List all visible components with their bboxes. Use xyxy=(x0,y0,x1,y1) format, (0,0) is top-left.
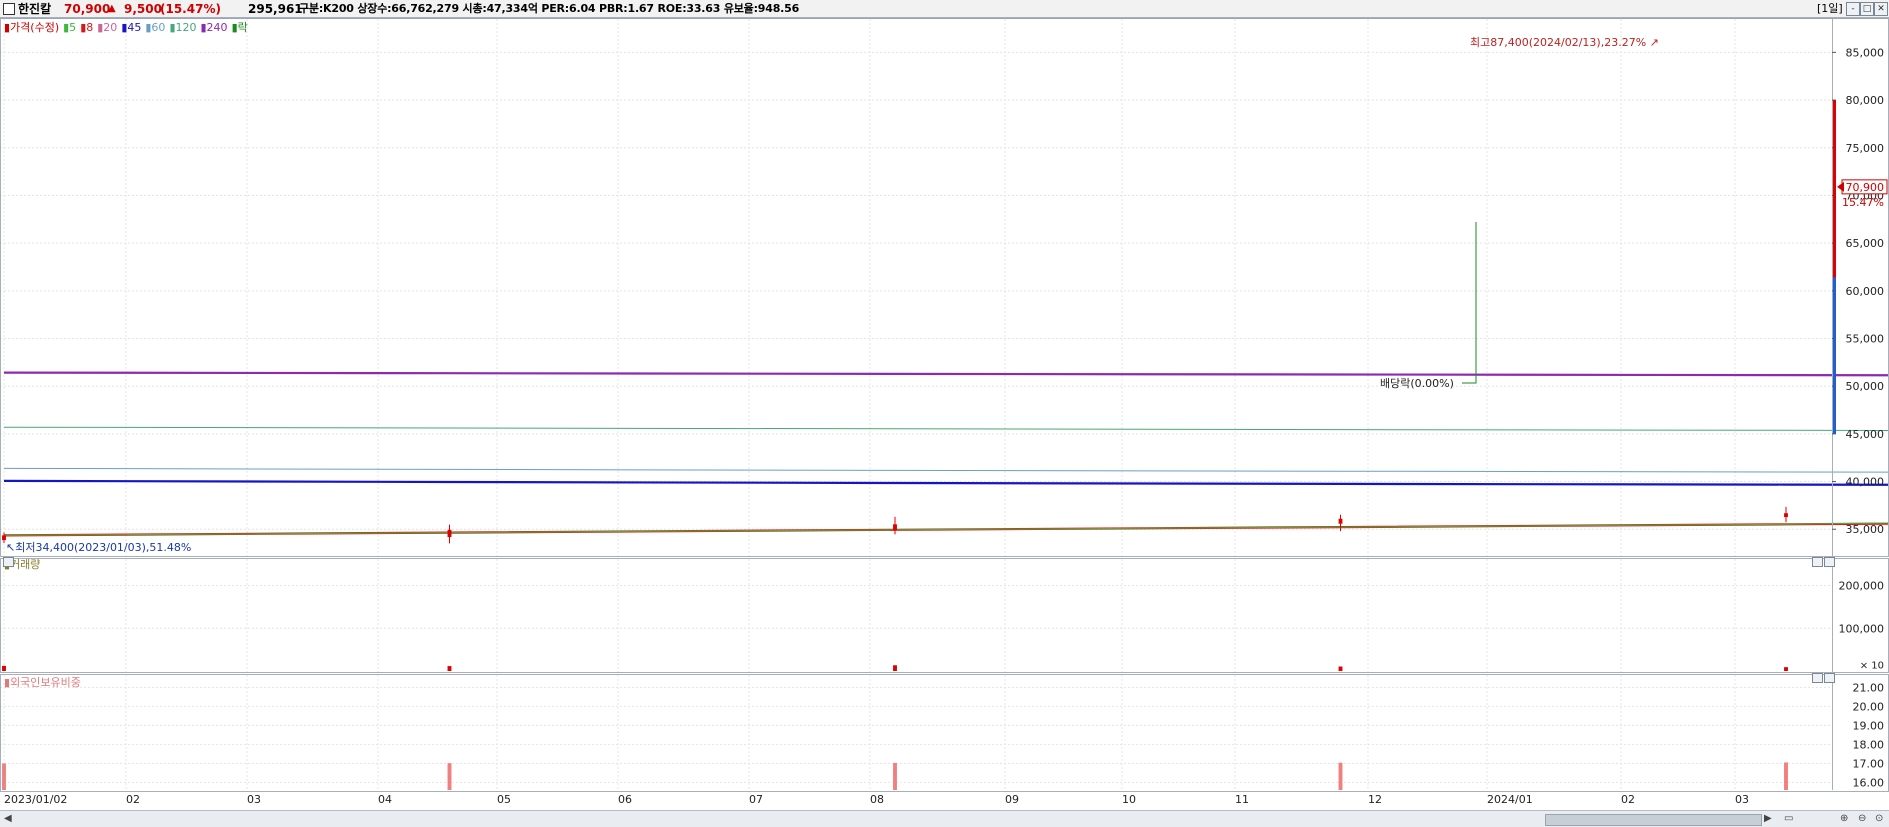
panel-frame xyxy=(0,558,1889,673)
foreign-tick-label: 18.00 xyxy=(1853,738,1885,751)
x-tick-label: 03 xyxy=(247,793,261,806)
price-tag-label: 70,900 xyxy=(1846,181,1885,194)
volume-bar xyxy=(2,665,6,671)
high-price-annotation: 최고87,400(2024/02/13),23.27% ↗ xyxy=(1470,36,1659,49)
foreign-legend-label: 외국인보유비중 xyxy=(10,676,81,689)
x-tick-label: 06 xyxy=(618,793,632,806)
price-tick-label: 40,000 xyxy=(1846,476,1885,489)
legend-item: ▮락 xyxy=(231,21,248,34)
legend-item: ▮20 xyxy=(97,21,118,34)
panel-minimize-icon[interactable] xyxy=(1812,673,1823,683)
price-tick-label: 75,000 xyxy=(1846,142,1885,155)
x-tick-label: 02 xyxy=(126,793,140,806)
scroll-right-icon[interactable]: ▶ xyxy=(1764,813,1772,824)
panel-close-icon[interactable] xyxy=(1824,673,1835,683)
price-legend: ▮가격(수정) ▮5 ▮8 ▮20 ▮45 ▮60 ▮120 ▮240 ▮락 xyxy=(4,21,252,34)
legend-item: ▮120 xyxy=(169,21,197,34)
x-tick-label: 08 xyxy=(870,793,884,806)
price-tick-label: 65,000 xyxy=(1846,237,1885,250)
price-tag-pct: 15.47% xyxy=(1842,196,1884,209)
ex-dividend-marker xyxy=(1462,222,1477,384)
stock-chart: 35,000 40,000 45,000 50,000 55,000 60,000 65,0… xyxy=(0,17,1889,806)
foreign-tick-label: 16.00 xyxy=(1853,776,1885,789)
x-tick-label: 10 xyxy=(1122,793,1136,806)
foreign-bar xyxy=(2,763,6,790)
candle-body xyxy=(447,529,452,538)
x-tick-label: 02 xyxy=(1621,793,1635,806)
price-tick-label: 55,000 xyxy=(1846,333,1885,346)
panel-frame xyxy=(0,674,1889,792)
ma20-line xyxy=(3,523,1889,536)
ma5-line xyxy=(3,522,1889,536)
candle-body xyxy=(1338,518,1343,524)
volume-tick-label: 200,000 xyxy=(1839,580,1885,593)
x-tick-label: 03 xyxy=(1735,793,1749,806)
panel-close-icon[interactable] xyxy=(1824,557,1835,567)
volume-unit-label: × 10 xyxy=(1860,661,1884,672)
foreign-bar xyxy=(893,762,897,790)
price-range-bar xyxy=(1833,277,1836,434)
foreign-tick-label: 17.00 xyxy=(1853,757,1885,770)
legend-item: ▮240 xyxy=(200,21,228,34)
x-tick-label: 2023/01/02 xyxy=(4,793,67,806)
x-tick-label: 12 xyxy=(1368,793,1382,806)
price-tick-label: 50,000 xyxy=(1846,380,1885,393)
low-price-annotation: ↖최저34,400(2023/01/03),51.48% xyxy=(6,541,191,554)
foreign-bar xyxy=(1338,762,1343,790)
volume-legend-label: 거래량 xyxy=(10,558,41,571)
volume-bar xyxy=(1338,666,1343,671)
zoom-out-icon[interactable]: ⊖ xyxy=(1858,813,1866,824)
volume-bar xyxy=(447,666,452,671)
legend-item: ▮8 xyxy=(80,21,94,34)
ma60-line xyxy=(3,467,1889,473)
price-tick-label: 85,000 xyxy=(1846,46,1885,59)
price-tick-label: 45,000 xyxy=(1846,428,1885,441)
x-tick-label: 04 xyxy=(378,793,392,806)
x-tick-label: 05 xyxy=(497,793,511,806)
ma45-line xyxy=(3,479,1889,486)
price-range-bar xyxy=(1833,100,1836,278)
chart-scrollbar[interactable]: ◀ ▶ ▭ ⊕ ⊖ ⊙ xyxy=(0,810,1889,827)
foreign-legend: ▮외국인보유비중 xyxy=(4,676,81,689)
ma120-line xyxy=(3,426,1889,431)
legend-item: ▮5 xyxy=(63,21,77,34)
x-tick-label: 2024/01 xyxy=(1487,793,1533,806)
foreign-tick-label: 21.00 xyxy=(1853,681,1885,694)
volume-bar xyxy=(893,665,897,671)
volume-bar xyxy=(1784,667,1788,671)
volume-tick-label: 100,000 xyxy=(1839,622,1885,635)
price-tick-label: 60,000 xyxy=(1846,285,1885,298)
zoom-reset-icon[interactable]: ⊙ xyxy=(1875,813,1883,824)
x-tick-label: 07 xyxy=(749,793,763,806)
x-tick-label: 09 xyxy=(1005,793,1019,806)
ma240-line xyxy=(3,371,1889,377)
legend-item: ▮가격(수정) xyxy=(4,21,60,34)
foreign-tick-label: 20.00 xyxy=(1853,700,1885,713)
legend-item: ▮45 xyxy=(121,21,142,34)
foreign-tick-label: 19.00 xyxy=(1853,719,1885,732)
scroll-left-icon[interactable]: ◀ xyxy=(4,813,12,824)
price-pointer-icon xyxy=(1837,181,1844,192)
price-tick-label: 35,000 xyxy=(1846,523,1885,536)
zoom-in-icon[interactable]: ⊕ xyxy=(1840,813,1848,824)
legend-item: ▮60 xyxy=(145,21,166,34)
panel-minimize-icon[interactable] xyxy=(1812,557,1823,567)
panel-frame xyxy=(0,17,1889,557)
price-tick-label: 80,000 xyxy=(1846,94,1885,107)
zoom-slider-icon[interactable]: ▭ xyxy=(1784,813,1793,824)
ex-dividend-annotation: 배당락(0.00%) xyxy=(1380,377,1454,390)
x-tick-label: 11 xyxy=(1235,793,1249,806)
candle-body xyxy=(1784,513,1788,518)
foreign-bar xyxy=(1784,762,1788,790)
ma8-line xyxy=(3,522,1889,537)
scroll-thumb[interactable] xyxy=(1545,814,1762,826)
candle-body xyxy=(893,524,897,531)
candle-body xyxy=(2,535,6,541)
panel-menu-icon[interactable] xyxy=(3,557,14,567)
foreign-bar xyxy=(447,763,452,790)
